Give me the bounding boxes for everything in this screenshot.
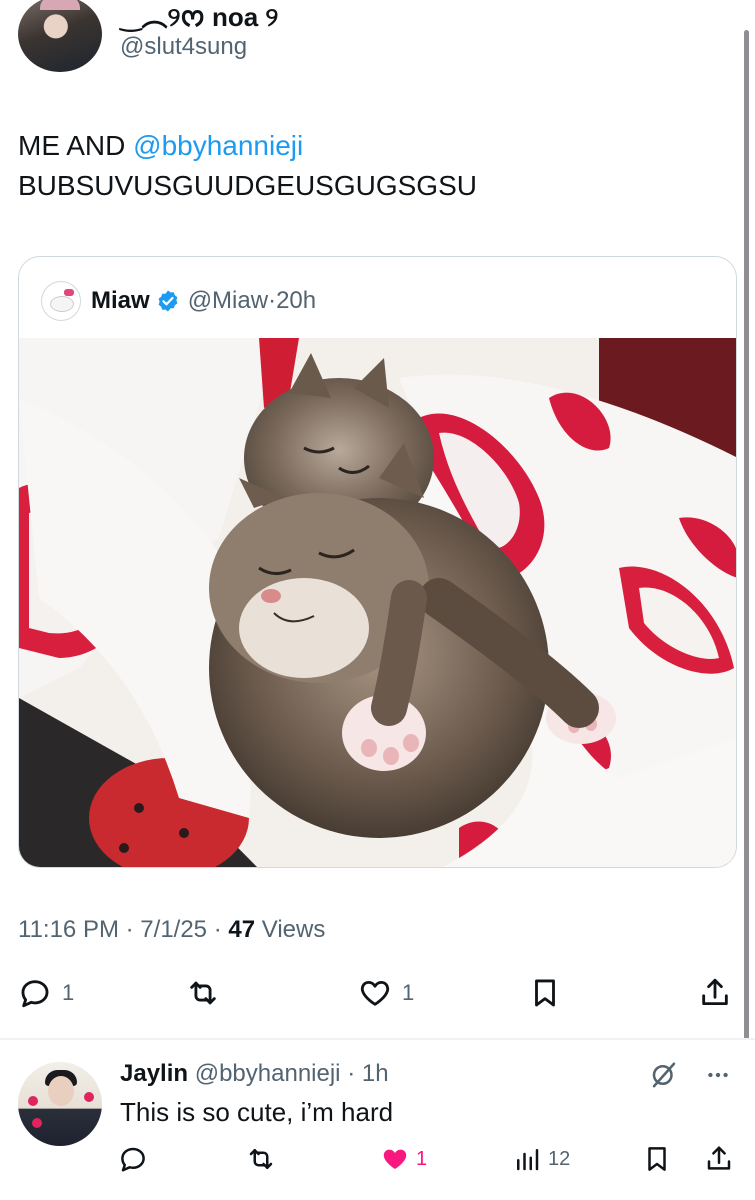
bookmark-icon (648, 1147, 666, 1171)
author-avatar[interactable] (18, 0, 102, 72)
reply-divider (0, 1038, 755, 1040)
quoted-tweet-header: Miaw @Miaw · 20h (41, 281, 316, 321)
reply-tools (649, 1060, 731, 1090)
reply-button[interactable]: 1 (18, 976, 74, 1010)
share-icon (702, 978, 728, 1006)
more-icon[interactable] (705, 1062, 731, 1088)
reply-dot: · (347, 1060, 356, 1087)
retweet-button[interactable] (186, 976, 220, 1010)
author-names: ‿︵୨ᰔ noa ୨ @slut4sung (120, 2, 278, 76)
reply-like-count: 1 (416, 1147, 428, 1170)
quoted-handle[interactable]: @Miaw (188, 287, 268, 315)
bookmark-icon (535, 979, 555, 1007)
tweet-author[interactable]: ‿︵୨ᰔ noa ୨ @slut4sung (18, 0, 278, 76)
reply-text: This is so cute, i’m hard (120, 1097, 394, 1127)
quoted-avatar[interactable] (41, 281, 81, 321)
bookmark-button[interactable] (528, 976, 562, 1010)
reply-icon (21, 980, 49, 1008)
kittens-photo-illustration (19, 338, 736, 867)
quoted-tweet-card[interactable]: Miaw @Miaw · 20h (18, 256, 737, 868)
quoted-name[interactable]: Miaw (91, 287, 150, 315)
tweet-text-prefix: ME AND (18, 130, 126, 161)
reply-actions: 1 12 (118, 1144, 738, 1184)
analytics-icon (517, 1149, 539, 1171)
like-button[interactable]: 1 (358, 976, 414, 1010)
tweet-date[interactable]: 7/1/25 (140, 916, 207, 943)
meta-dot: · (213, 916, 222, 943)
reply-views-button[interactable]: 12 (512, 1144, 570, 1174)
tweet-text-line1: ME AND @bbyhannieji (18, 126, 477, 166)
like-count: 1 (402, 980, 415, 1005)
quoted-dot-separator: · (268, 287, 277, 314)
author-display-name[interactable]: ‿︵୨ᰔ noa ୨ (120, 2, 278, 32)
reply-bookmark-button[interactable] (642, 1144, 672, 1174)
reply-handle[interactable]: @bbyhannieji (195, 1060, 341, 1087)
heart-filled-icon (383, 1149, 407, 1169)
reply-name[interactable]: Jaylin (120, 1060, 188, 1087)
kittens-photo[interactable] (19, 338, 736, 867)
reply-reply-button[interactable] (118, 1144, 148, 1174)
mention-link[interactable]: @bbyhannieji (133, 130, 303, 161)
grok-icon[interactable] (649, 1060, 679, 1090)
reply-share-button[interactable] (704, 1144, 734, 1174)
views-count: 47 (228, 916, 256, 943)
reply-avatar[interactable] (18, 1062, 102, 1146)
reply-like-button[interactable]: 1 (380, 1144, 427, 1174)
views-label: Views (261, 916, 326, 943)
share-icon (707, 1146, 731, 1170)
reply-icon (121, 1147, 145, 1172)
quoted-time[interactable]: 20h (276, 287, 316, 315)
tweet-text-line2: BUBSUVUSGUUDGEUSGUGSGSU (18, 170, 477, 201)
scrollbar[interactable] (744, 30, 749, 1040)
tweet-time[interactable]: 11:16 PM (18, 916, 119, 943)
share-button[interactable] (698, 976, 732, 1010)
retweet-icon (249, 1149, 273, 1169)
reply-header: Jaylin @bbyhannieji · 1h (120, 1058, 389, 1090)
retweet-icon (190, 981, 216, 1005)
verified-badge-icon (158, 290, 178, 312)
reply-count: 1 (62, 980, 75, 1005)
reply-time[interactable]: 1h (362, 1060, 389, 1087)
reply-retweet-button[interactable] (246, 1144, 276, 1174)
tweet-actions: 1 1 (18, 976, 738, 1020)
meta-dot: · (125, 916, 134, 943)
avatar-cap-detail (40, 0, 80, 10)
heart-icon (360, 980, 390, 1006)
tweet-meta: 11:16 PM · 7/1/25 · 47 Views (18, 916, 325, 944)
reply-views-count: 12 (548, 1147, 571, 1170)
author-handle[interactable]: @slut4sung (120, 32, 278, 62)
tweet-text: ME AND @bbyhannieji BUBSUVUSGUUDGEUSGUGS… (18, 126, 477, 206)
